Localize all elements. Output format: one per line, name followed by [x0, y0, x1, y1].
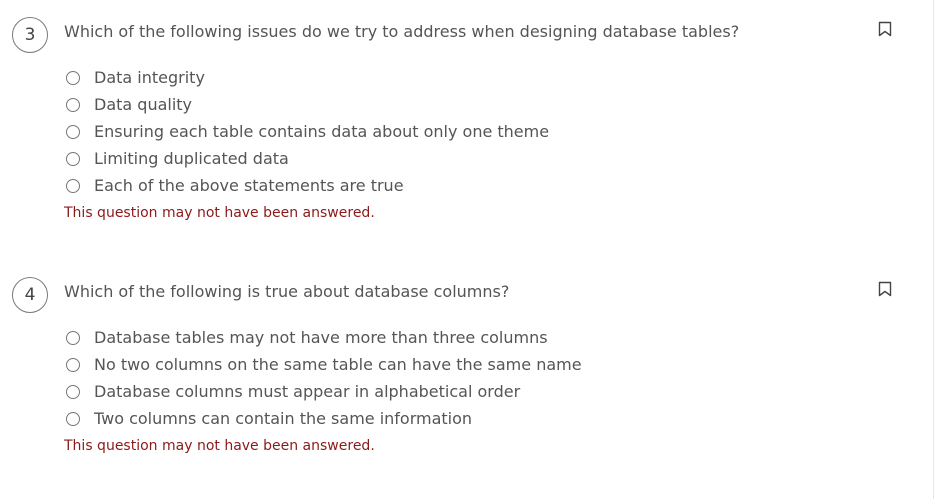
answer-option[interactable]: Data integrity: [66, 64, 549, 91]
question-text: Which of the following is true about dat…: [64, 282, 510, 301]
answer-option-label: No two columns on the same table can hav…: [94, 355, 582, 374]
answer-option[interactable]: Two columns can contain the same informa…: [66, 405, 582, 432]
radio-button[interactable]: [66, 330, 80, 345]
unanswered-warning: This question may not have been answered…: [64, 438, 375, 454]
question-number-badge: 4: [12, 277, 48, 313]
bookmark-icon[interactable]: [878, 21, 892, 37]
answer-options: Data integrity Data quality Ensuring eac…: [66, 64, 549, 199]
answer-option-label: Limiting duplicated data: [94, 149, 289, 168]
answer-option-label: Data integrity: [94, 68, 205, 87]
radio-button[interactable]: [66, 384, 80, 399]
answer-option[interactable]: Database tables may not have more than t…: [66, 324, 582, 351]
answer-options: Database tables may not have more than t…: [66, 324, 582, 432]
answer-option-label: Database columns must appear in alphabet…: [94, 382, 521, 401]
radio-button[interactable]: [66, 70, 80, 85]
quiz-page: 3 Which of the following issues do we tr…: [0, 0, 934, 499]
answer-option[interactable]: Limiting duplicated data: [66, 145, 549, 172]
answer-option[interactable]: Database columns must appear in alphabet…: [66, 378, 582, 405]
answer-option-label: Each of the above statements are true: [94, 176, 404, 195]
bookmark-icon[interactable]: [878, 281, 892, 297]
answer-option[interactable]: Each of the above statements are true: [66, 172, 549, 199]
radio-button[interactable]: [66, 124, 80, 139]
answer-option[interactable]: Ensuring each table contains data about …: [66, 118, 549, 145]
answer-option-label: Two columns can contain the same informa…: [94, 409, 473, 428]
answer-option-label: Data quality: [94, 95, 193, 114]
unanswered-warning: This question may not have been answered…: [64, 205, 375, 221]
radio-button[interactable]: [66, 178, 80, 193]
radio-button[interactable]: [66, 357, 80, 372]
answer-option[interactable]: No two columns on the same table can hav…: [66, 351, 582, 378]
question-text: Which of the following issues do we try …: [64, 22, 740, 41]
answer-option-label: Database tables may not have more than t…: [94, 328, 548, 347]
answer-option-label: Ensuring each table contains data about …: [94, 122, 550, 141]
radio-button[interactable]: [66, 151, 80, 166]
answer-option[interactable]: Data quality: [66, 91, 549, 118]
question-number-badge: 3: [12, 17, 48, 53]
radio-button[interactable]: [66, 411, 80, 426]
radio-button[interactable]: [66, 97, 80, 112]
